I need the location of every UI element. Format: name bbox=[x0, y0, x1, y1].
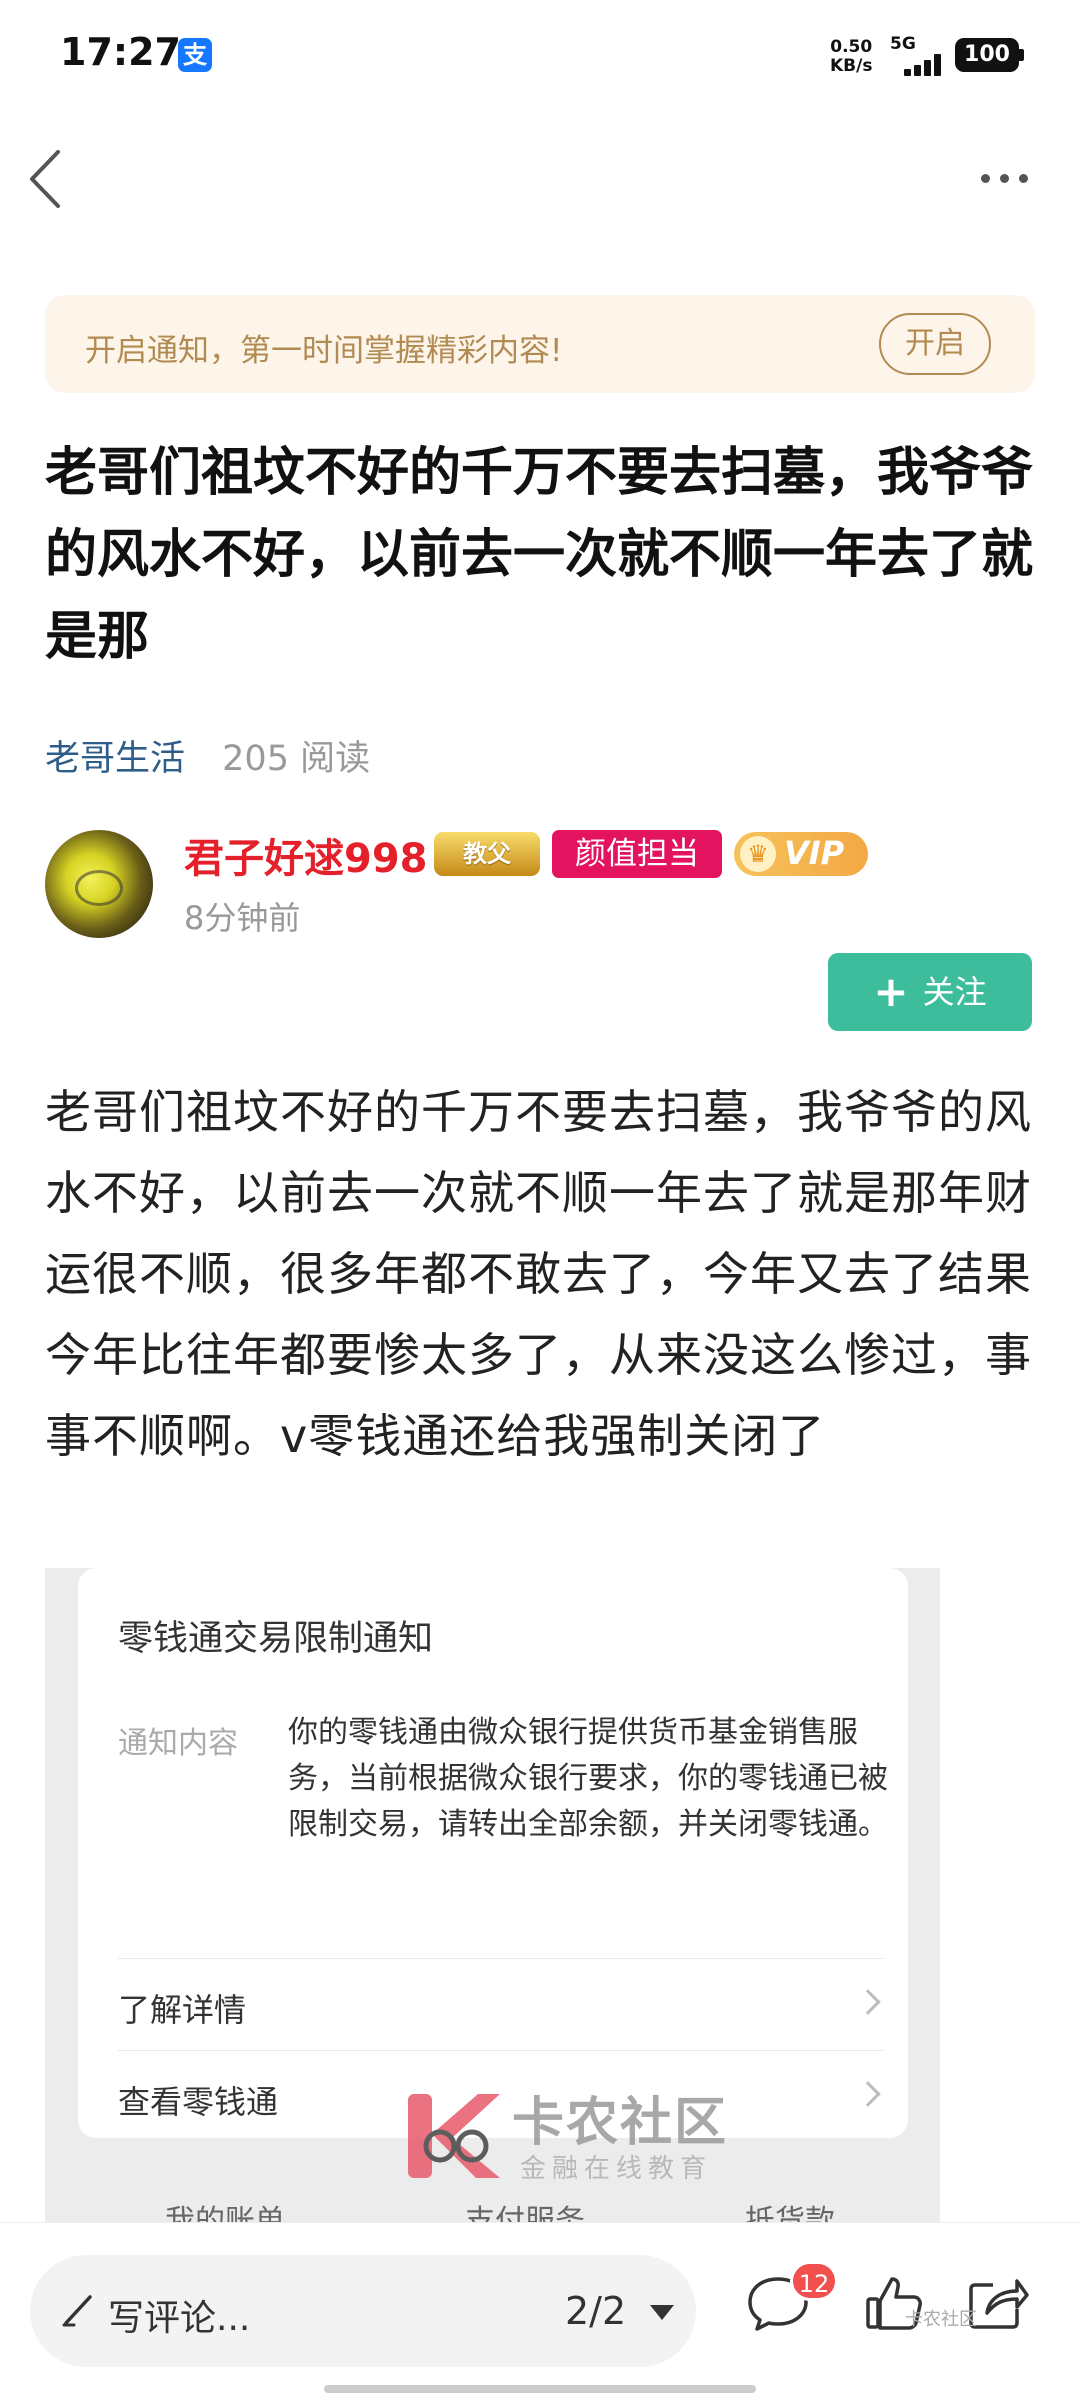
plus-icon: + bbox=[873, 967, 909, 1016]
watermark-subtitle: 金融在线教育 bbox=[520, 2154, 713, 2184]
more-dot-icon bbox=[1019, 174, 1028, 183]
more-dot-icon bbox=[981, 174, 990, 183]
vip-badge: ♛ VIP bbox=[734, 832, 868, 876]
home-indicator[interactable] bbox=[324, 2385, 756, 2393]
notice-card-row: 了解详情 bbox=[118, 1958, 883, 2050]
badge-face: 颜值担当 bbox=[552, 830, 722, 878]
follow-label: 关注 bbox=[922, 973, 987, 1011]
kanong-logo-icon bbox=[408, 2094, 500, 2178]
author-avatar[interactable] bbox=[45, 830, 153, 938]
crown-icon: ♛ bbox=[740, 836, 776, 872]
author-name[interactable]: 君子好逑998 bbox=[184, 826, 428, 884]
post-detail-page: 17:27 支 0.50 KB/s 5G 100 开启通知，第一时间掌握精彩内容… bbox=[0, 0, 1080, 2400]
read-count: 205 阅读 bbox=[222, 739, 371, 779]
vip-badge-label: VIP bbox=[784, 834, 845, 872]
enable-notification-button[interactable]: 开启 bbox=[879, 313, 991, 375]
page-indicator[interactable]: 2/2 bbox=[565, 2289, 626, 2333]
network-speed: 0.50 KB/s bbox=[830, 38, 872, 76]
comment-placeholder: 写评论... bbox=[108, 2298, 251, 2339]
watermark: 卡农社区 金融在线教育 bbox=[400, 2080, 760, 2190]
comment-count-badge: 12 bbox=[790, 2261, 838, 2301]
network-speed-unit: KB/s bbox=[830, 56, 873, 76]
notice-card-title: 零钱通交易限制通知 bbox=[118, 1619, 434, 1659]
network-type: 5G bbox=[890, 34, 916, 54]
comment-input[interactable]: 写评论... 2/2 bbox=[30, 2255, 696, 2367]
category-link[interactable]: 老哥生活 bbox=[45, 739, 185, 779]
chevron-right-icon bbox=[855, 2081, 881, 2107]
watermark-small: 卡农社区 bbox=[905, 2309, 977, 2330]
back-button[interactable] bbox=[22, 146, 72, 212]
more-options-button[interactable] bbox=[975, 160, 1035, 200]
bottom-action-bar: 写评论... 2/2 12 卡农社区 bbox=[0, 2222, 1080, 2400]
watermark-title: 卡农社区 bbox=[512, 2093, 729, 2153]
post-time: 8分钟前 bbox=[184, 899, 301, 937]
chevron-left-icon bbox=[30, 150, 60, 208]
notice-card-row-label: 查看零钱通 bbox=[118, 2083, 279, 2121]
post-meta: 老哥生活 205 阅读 bbox=[45, 730, 370, 781]
follow-button[interactable]: + 关注 bbox=[828, 953, 1032, 1031]
alipay-notification-icon: 支 bbox=[178, 38, 212, 72]
network-speed-value: 0.50 bbox=[830, 37, 873, 57]
battery-icon: 100 bbox=[955, 38, 1019, 72]
notice-card-row-label: 了解详情 bbox=[118, 1991, 247, 2029]
chevron-right-icon bbox=[855, 1989, 881, 2015]
status-bar: 17:27 支 0.50 KB/s 5G 100 bbox=[0, 0, 1080, 110]
post-title: 老哥们祖坟不好的千万不要去扫墓，我爷爷的风水不好，以前去一次就不顺一年去了就是那 bbox=[45, 443, 1034, 667]
badge-teacher: 教父 bbox=[434, 832, 540, 876]
caret-down-icon[interactable] bbox=[650, 2305, 674, 2320]
battery-tip bbox=[1019, 49, 1024, 61]
status-time: 17:27 bbox=[60, 30, 181, 74]
notice-card-label: 通知内容 bbox=[118, 1726, 238, 1761]
notice-card-content: 你的零钱通由微众银行提供货币基金销售服务，当前根据微众银行要求，你的零钱通已被限… bbox=[288, 1715, 888, 1842]
notification-banner-text: 开启通知，第一时间掌握精彩内容! bbox=[85, 333, 563, 369]
post-body: 老哥们祖坟不好的千万不要去扫墓，我爷爷的风水不好，以前去一次就不顺一年去了就是那… bbox=[45, 1085, 1032, 1463]
notification-banner: 开启通知，第一时间掌握精彩内容! 开启 bbox=[45, 295, 1035, 393]
notice-card: 零钱通交易限制通知 通知内容 你的零钱通由微众银行提供货币基金销售服务，当前根据… bbox=[78, 1568, 908, 2138]
pen-icon bbox=[62, 2295, 92, 2327]
signal-icon bbox=[892, 54, 944, 76]
more-dot-icon bbox=[1000, 174, 1009, 183]
